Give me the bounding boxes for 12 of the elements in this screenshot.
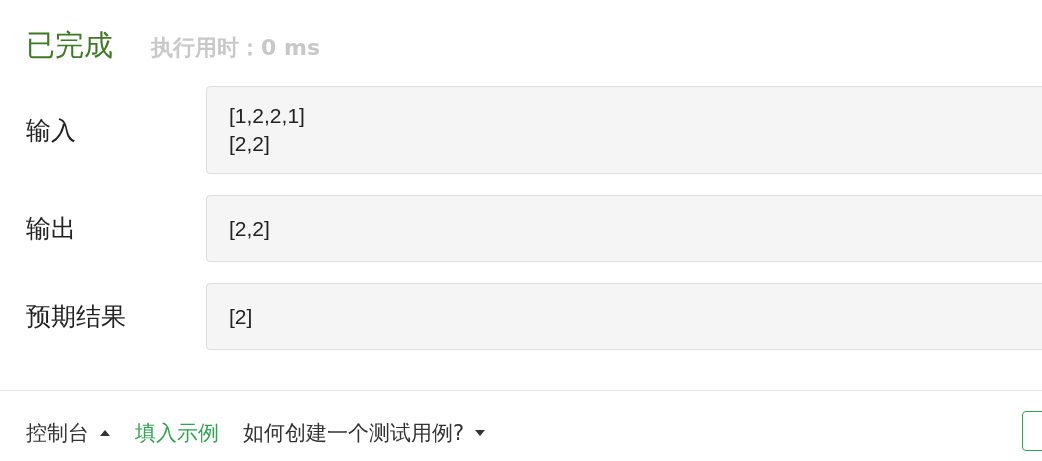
row-label: 输入 (25, 114, 77, 147)
value-line: [2] (229, 304, 254, 329)
row-label: 输出 (25, 213, 77, 245)
caret-icon (474, 429, 487, 437)
help-dropdown[interactable]: 如何创建一个测试用例? (243, 419, 487, 447)
status-title: 已完成 (26, 27, 113, 64)
row-label: 预期结果 (25, 301, 127, 333)
caret-icon (99, 429, 111, 437)
value-line: [2,2] (229, 132, 271, 156)
value-line: [1,2,2,1] (229, 104, 306, 128)
value-line: [2,2] (229, 216, 271, 241)
console-toggle[interactable]: 控制台 (26, 419, 111, 447)
